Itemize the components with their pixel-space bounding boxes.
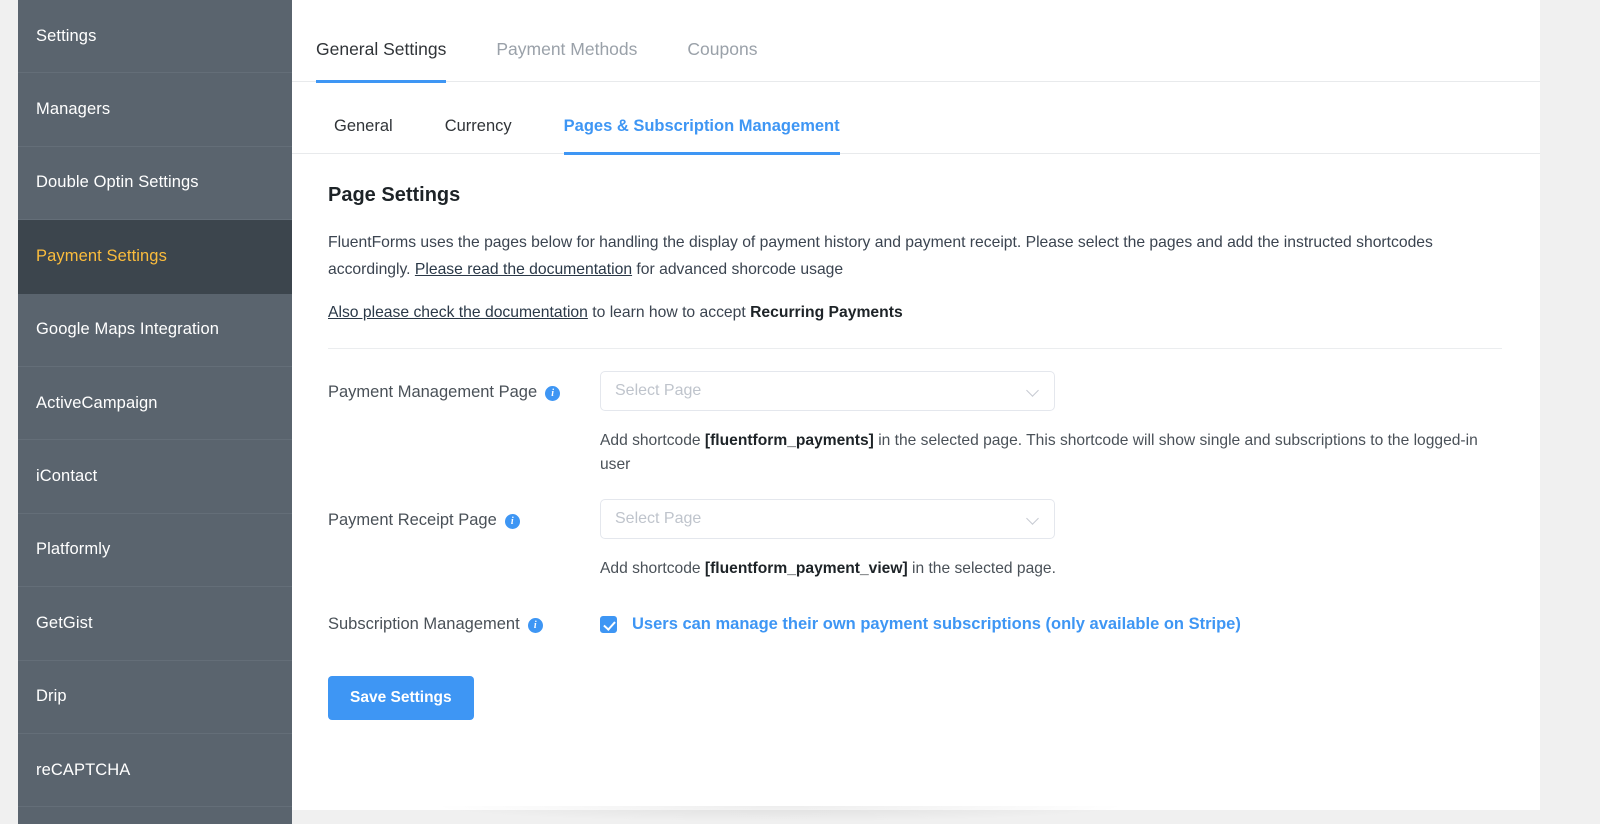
help-pre: Add shortcode bbox=[600, 432, 705, 449]
page-description: FluentForms uses the pages below for han… bbox=[328, 229, 1473, 283]
payment-receipt-select-placeholder: Select Page bbox=[615, 510, 702, 527]
sidebar-item-label: Managers bbox=[36, 100, 111, 119]
save-settings-button[interactable]: Save Settings bbox=[328, 676, 474, 720]
sidebar-item-label: Google Maps Integration bbox=[36, 320, 219, 339]
field-row-payment-receipt: Payment Receipt Page i Select Page Add s… bbox=[328, 477, 1502, 581]
subscription-management-label: Subscription Management bbox=[328, 615, 520, 633]
sidebar-item-label: reCAPTCHA bbox=[36, 760, 131, 779]
help-pre: Add shortcode bbox=[600, 560, 705, 577]
field-row-payment-management: Payment Management Page i Select Page Ad… bbox=[328, 349, 1502, 477]
page-title: Page Settings bbox=[328, 184, 461, 206]
payment-receipt-field: Select Page Add shortcode [fluentform_pa… bbox=[600, 499, 1502, 581]
help-post: in the selected page. bbox=[907, 560, 1056, 577]
info-icon[interactable]: i bbox=[545, 386, 561, 401]
tab-coupons[interactable]: Coupons bbox=[687, 39, 757, 83]
sidebar-item-activecampaign[interactable]: ActiveCampaign bbox=[18, 367, 292, 441]
payment-management-field: Select Page Add shortcode [fluentform_pa… bbox=[600, 371, 1502, 477]
recurring-payments-label: Recurring Payments bbox=[750, 304, 903, 321]
main-tab-bar: General Settings Payment Methods Coupons bbox=[292, 0, 1540, 83]
payment-management-help: Add shortcode [fluentform_payments] in t… bbox=[600, 429, 1490, 477]
sidebar-item-label: iContact bbox=[36, 467, 98, 486]
shortcode-payments: [fluentform_payments] bbox=[704, 432, 874, 449]
payment-management-page-select[interactable]: Select Page bbox=[600, 371, 1055, 411]
sidebar-item-label: Payment Settings bbox=[36, 246, 167, 265]
subscription-management-field: Users can manage their own payment subsc… bbox=[600, 603, 1502, 634]
chevron-down-icon bbox=[1027, 385, 1040, 398]
subtab-currency[interactable]: Currency bbox=[445, 117, 512, 155]
settings-sidebar: Settings Managers Double Optin Settings Pay… bbox=[18, 0, 292, 824]
field-row-subscription-management: Subscription Management i Users can mana… bbox=[328, 581, 1502, 634]
page-description-recurring: Also please check the documentation to l… bbox=[328, 299, 1473, 326]
sidebar-item-double-optin-settings[interactable]: Double Optin Settings bbox=[18, 147, 292, 221]
chevron-down-icon bbox=[1027, 513, 1040, 526]
sidebar-item-label: Drip bbox=[36, 687, 67, 706]
sidebar-item-recaptcha[interactable]: reCAPTCHA bbox=[18, 734, 292, 808]
payment-receipt-label: Payment Receipt Page bbox=[328, 511, 497, 529]
sidebar-item-label: ActiveCampaign bbox=[36, 393, 158, 412]
info-icon[interactable]: i bbox=[527, 618, 543, 633]
payment-management-select-placeholder: Select Page bbox=[615, 382, 702, 399]
sidebar-item-label: Double Optin Settings bbox=[36, 173, 199, 192]
sidebar-item-settings[interactable]: Settings bbox=[18, 0, 292, 74]
documentation-link[interactable]: Please read the documentation bbox=[415, 261, 632, 278]
sidebar-item-icontact[interactable]: iContact bbox=[18, 440, 292, 514]
sidebar-item-platformly[interactable]: Platformly bbox=[18, 514, 292, 588]
sidebar-item-payment-settings[interactable]: Payment Settings bbox=[18, 220, 292, 294]
payment-receipt-help: Add shortcode [fluentform_payment_view] … bbox=[600, 557, 1490, 581]
payment-management-label-wrap: Payment Management Page i bbox=[328, 371, 600, 477]
page-settings-body: Page Settings FluentForms uses the pages… bbox=[292, 154, 1540, 720]
sidebar-item-drip[interactable]: Drip bbox=[18, 661, 292, 734]
sidebar-item-managers[interactable]: Managers bbox=[18, 73, 292, 147]
subtab-pages-subscription-management[interactable]: Pages & Subscription Management bbox=[563, 117, 840, 155]
payment-receipt-label-wrap: Payment Receipt Page i bbox=[328, 499, 600, 581]
sidebar-item-getgist[interactable]: GetGist bbox=[18, 587, 292, 661]
tab-payment-methods[interactable]: Payment Methods bbox=[496, 39, 637, 83]
recurring-documentation-link[interactable]: Also please check the documentation bbox=[328, 304, 588, 321]
app-root: Settings Managers Double Optin Settings Pay… bbox=[0, 0, 1600, 824]
subscription-management-checkbox[interactable] bbox=[600, 616, 617, 633]
settings-content-panel: General Settings Payment Methods Coupons G… bbox=[292, 0, 1540, 810]
subscription-management-label-wrap: Subscription Management i bbox=[328, 603, 600, 634]
tab-general-settings[interactable]: General Settings bbox=[316, 39, 447, 83]
description-text-2: for advanced shorcode usage bbox=[632, 261, 844, 278]
payment-management-label: Payment Management Page bbox=[328, 383, 538, 401]
sub-tab-bar: General Currency Pages & Subscription Mana… bbox=[292, 82, 1540, 155]
subscription-checkbox-row: Users can manage their own payment subsc… bbox=[600, 603, 1502, 634]
sidebar-item-label: Settings bbox=[36, 26, 97, 45]
payment-receipt-page-select[interactable]: Select Page bbox=[600, 499, 1055, 539]
recurring-text: to learn how to accept bbox=[587, 304, 751, 321]
sidebar-item-google-maps-integration[interactable]: Google Maps Integration bbox=[18, 294, 292, 367]
info-icon[interactable]: i bbox=[504, 514, 520, 529]
sidebar-item-label: Platformly bbox=[36, 540, 111, 559]
shortcode-payment-view: [fluentform_payment_view] bbox=[704, 560, 908, 577]
subscription-management-checkbox-label[interactable]: Users can manage their own payment subsc… bbox=[632, 615, 1241, 634]
subtab-general[interactable]: General bbox=[334, 117, 393, 155]
sidebar-item-label: GetGist bbox=[36, 613, 93, 632]
